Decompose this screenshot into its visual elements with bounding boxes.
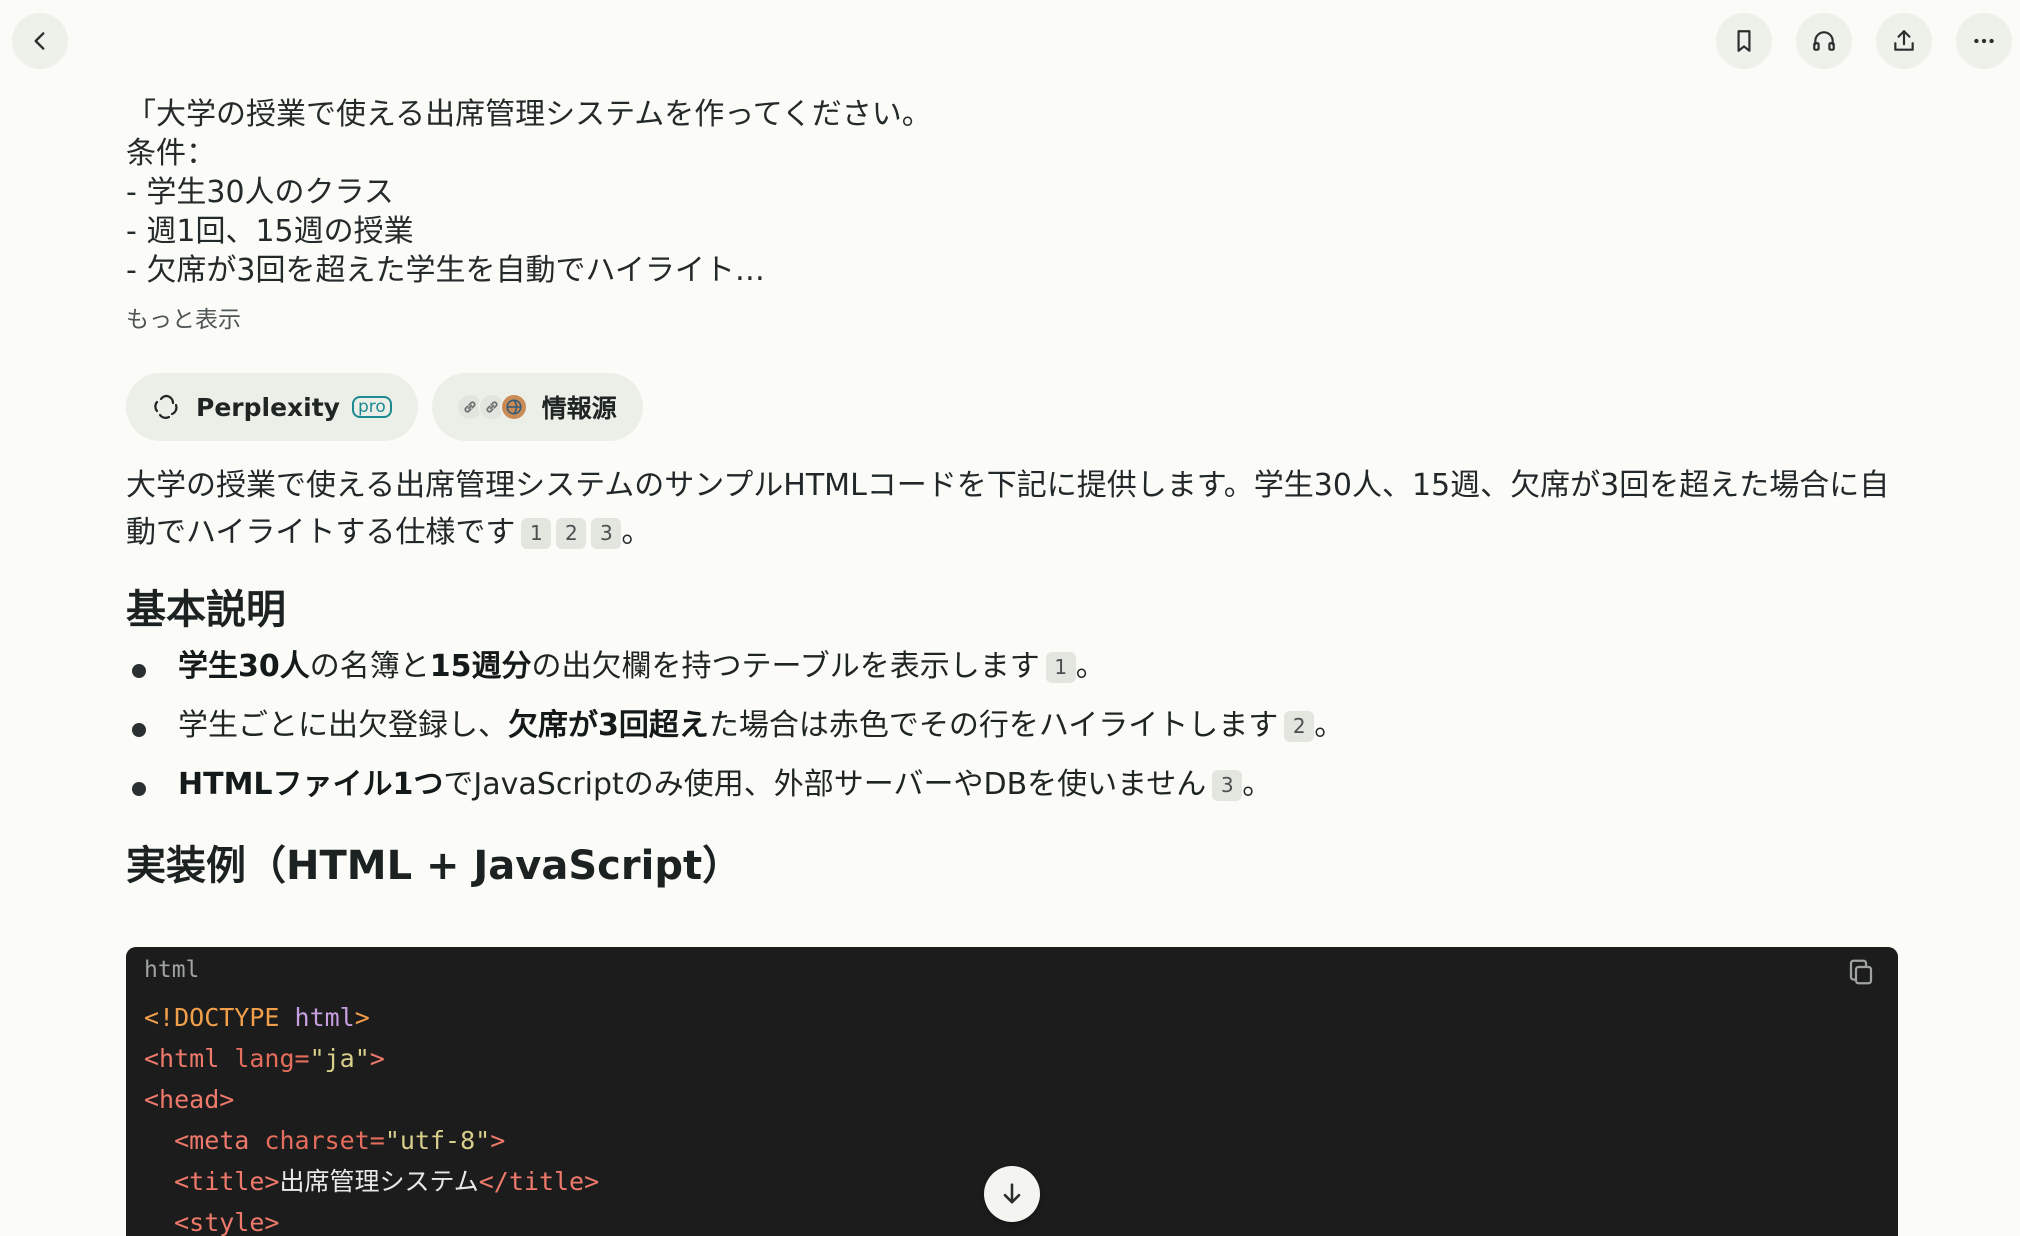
share-button[interactable] <box>1876 13 1932 69</box>
tab-perplexity-label: Perplexity <box>196 392 340 422</box>
bookmark-button[interactable] <box>1716 13 1772 69</box>
perplexity-logo-icon <box>154 394 178 419</box>
code-line: <meta charset="utf-8"> <box>144 1126 506 1155</box>
citation-badge[interactable]: 1 <box>521 518 552 549</box>
query-line: 条件： <box>126 136 216 171</box>
pro-badge: pro <box>351 396 392 418</box>
share-icon <box>1894 30 1914 51</box>
bullet-list: 学生30人の名簿と15週分の出欠欄を持つテーブルを表示します 1。 学生ごとに出欠… <box>126 646 1906 806</box>
text: の名簿と <box>309 649 430 684</box>
text: でJavaScriptのみ使用、外部サーバーやDBを使いません <box>443 767 1207 802</box>
bold-text: 欠席が3回超え <box>508 708 709 743</box>
citation-badge[interactable]: 3 <box>1212 770 1243 801</box>
code-content: <!DOCTYPE html> <html lang="ja"> <head> <m… <box>144 997 599 1236</box>
query-line: 「大学の授業で使える出席管理システムを作ってください。 <box>126 97 932 132</box>
globe-icon <box>499 393 528 421</box>
back-button[interactable] <box>12 13 68 69</box>
bold-text: 学生30人 <box>178 649 310 684</box>
query-line: - 週1回、15週の授業 <box>126 214 414 249</box>
list-item: 学生30人の名簿と15週分の出欠欄を持つテーブルを表示します 1。 <box>126 646 1906 688</box>
chevron-left-icon <box>34 32 45 50</box>
section-heading: 基本説明 <box>126 587 286 633</box>
text: た場合は赤色でその行をハイライトします <box>708 708 1279 743</box>
answer-intro: 大学の授業で使える出席管理システムのサンプルHTMLコードを下記に提供します。学… <box>126 462 1906 556</box>
citation-badge[interactable]: 3 <box>591 518 622 549</box>
more-options-button[interactable] <box>1956 13 2012 69</box>
copy-icon[interactable] <box>1846 957 1876 987</box>
tab-perplexity[interactable]: Perplexity pro <box>126 373 418 441</box>
query-line: - 欠席が3回を超えた学生を自動でハイライト… <box>126 253 765 288</box>
citation-badge[interactable]: 1 <box>1045 652 1076 683</box>
section-heading: 実装例（HTML + JavaScript） <box>126 843 743 889</box>
text: 。 <box>1075 649 1106 684</box>
top-bar <box>0 0 2020 84</box>
tab-sources[interactable]: 情報源 <box>431 373 643 441</box>
text: 学生ごとに出欠登録し、 <box>178 708 508 743</box>
bold-text: HTMLファイル1つ <box>178 767 444 802</box>
listen-button[interactable] <box>1796 13 1852 69</box>
text: 。 <box>1314 708 1345 743</box>
headphones-icon <box>1813 31 1835 51</box>
query-line: - 学生30人のクラス <box>126 175 394 210</box>
code-language-label: html <box>144 957 200 983</box>
show-more-link[interactable]: もっと表示 <box>126 300 1906 334</box>
list-item: HTMLファイル1つでJavaScriptのみ使用、外部サーバーやDBを使いませ… <box>126 764 1906 806</box>
query-block: 「大学の授業で使える出席管理システムを作ってください。 条件： - 学生30人の… <box>126 95 1906 334</box>
text: 。 <box>1242 767 1273 802</box>
text: の出欠欄を持つテーブルを表示します <box>531 649 1040 684</box>
bookmark-icon <box>1737 30 1751 52</box>
citation-badge[interactable]: 2 <box>1284 711 1315 742</box>
code-line: <html lang="ja"> <box>144 1044 385 1073</box>
arrow-down-icon <box>1003 1183 1021 1204</box>
code-line: <title>出席管理システム</title> <box>144 1167 600 1196</box>
code-line: <style> <box>144 1208 280 1236</box>
scroll-down-button[interactable] <box>984 1166 1040 1222</box>
source-icons <box>455 393 528 421</box>
intro-text: 大学の授業で使える出席管理システムのサンプルHTMLコードを下記に提供します。学… <box>126 468 1890 550</box>
bold-text: 15週分 <box>429 649 532 684</box>
code-line: <!DOCTYPE html> <box>144 1003 370 1032</box>
more-icon <box>1974 38 1994 44</box>
tab-sources-label: 情報源 <box>541 394 617 423</box>
code-line: <head> <box>144 1085 235 1114</box>
answer-body: 大学の授業で使える出席管理システムのサンプルHTMLコードを下記に提供します。学… <box>126 462 1906 892</box>
citation-badge[interactable]: 2 <box>556 518 587 549</box>
answer-tabs: Perplexity pro 情報源 <box>126 373 643 441</box>
intro-end: 。 <box>621 515 652 550</box>
list-item: 学生ごとに出欠登録し、欠席が3回超えた場合は赤色でその行をハイライトします 2。 <box>126 705 1906 747</box>
